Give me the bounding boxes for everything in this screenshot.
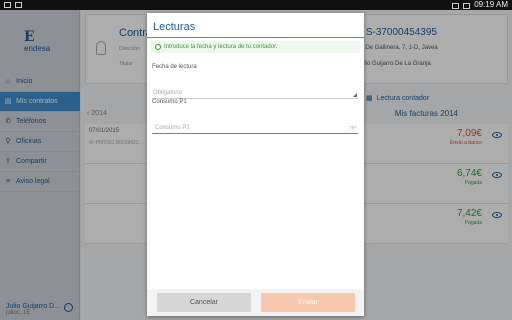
dropdown-caret-icon [353,93,357,97]
check-circle-icon [155,44,161,50]
unit-label: m³ [350,125,356,131]
consumo-label: Consumo P1 [152,99,187,105]
dialog-footer: Cancelar Enviar [147,289,364,316]
send-button[interactable]: Enviar [261,293,355,312]
lecturas-dialog: Lecturas Introduce la fecha y lectura de… [147,13,364,316]
clock: 09:19 AM [474,0,508,9]
consumo-input[interactable]: Consumo P1 m³ [152,122,358,134]
consumo-placeholder: Consumo P1 [155,125,190,131]
dialog-title: Lecturas [153,21,196,33]
notice-text: Introduce la fecha y lectura de tu conta… [164,44,278,50]
status-bar: 09:19 AM [0,0,512,10]
screenshot-icon [15,2,22,8]
vibrate-icon [452,3,460,9]
cancel-button[interactable]: Cancelar [157,293,251,312]
info-notice: Introduce la fecha y lectura de tu conta… [151,41,360,53]
battery-icon [463,3,471,9]
mail-icon [4,2,11,8]
fecha-label: Fecha de lectura [152,64,197,70]
fecha-placeholder: Obligatorio [153,90,183,96]
fecha-select[interactable]: Obligatorio [152,87,358,99]
title-divider [147,37,364,38]
